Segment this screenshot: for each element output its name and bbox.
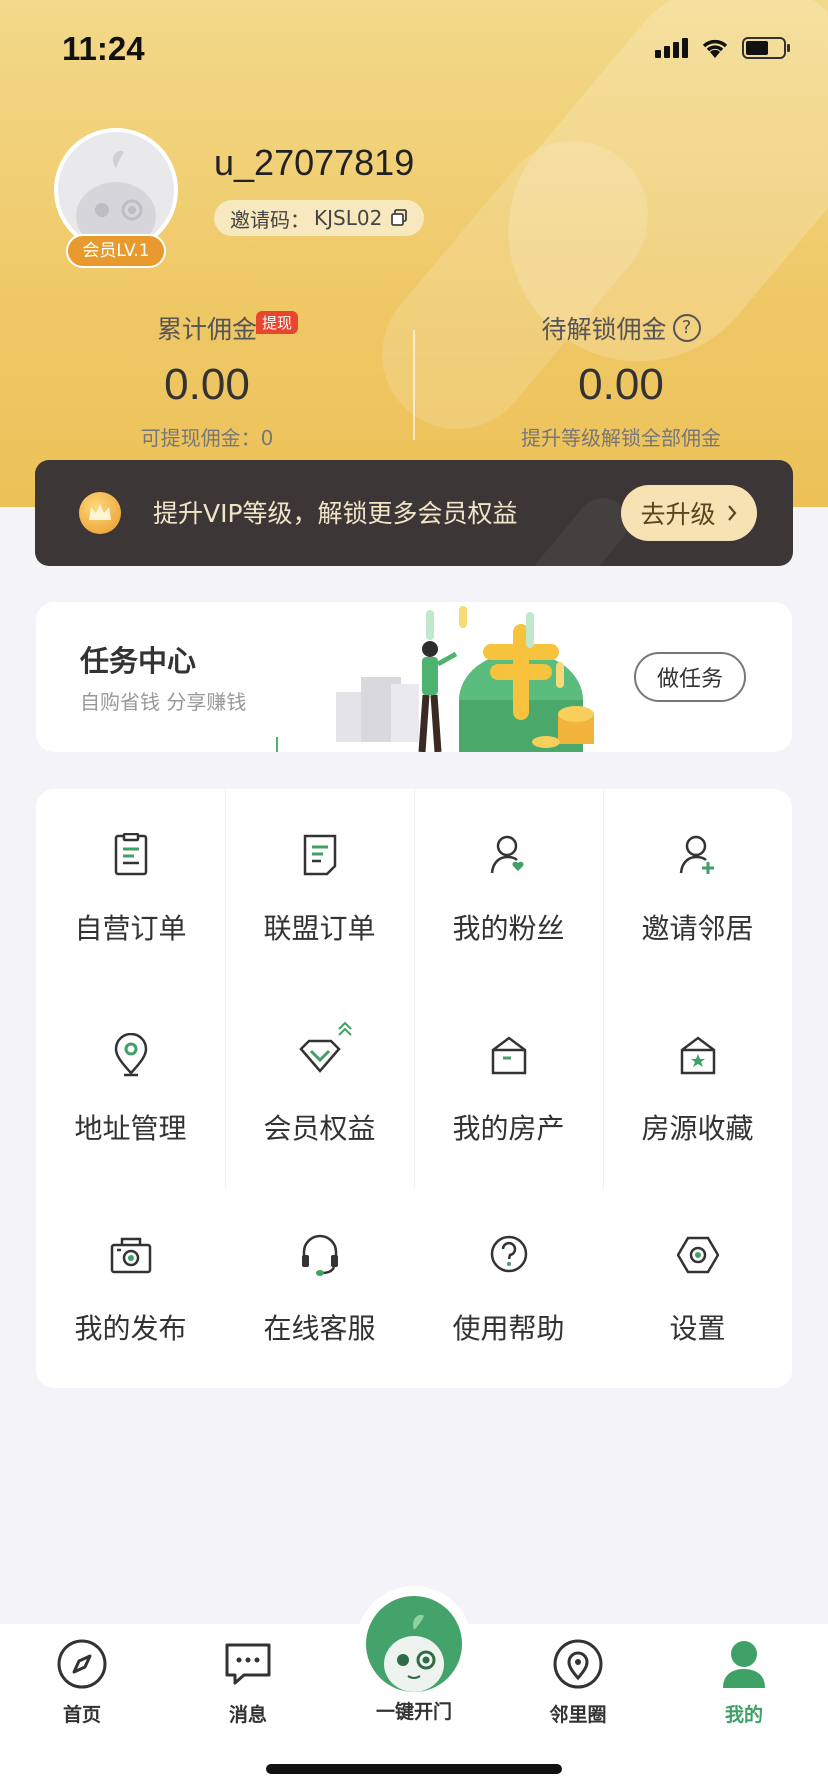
- menu-label: 地址管理: [74, 1112, 187, 1145]
- status-icons: [655, 36, 792, 60]
- diamond-icon: [299, 1021, 352, 1073]
- function-grid: 自营订单 联盟订单 我的粉丝 邀请邻居 地址管理 会员权益 我的房产 房源收藏 …: [36, 789, 792, 1388]
- menu-label: 房源收藏: [641, 1112, 754, 1145]
- question-icon[interactable]: ?: [672, 314, 701, 342]
- settings-hex-icon: [677, 1236, 719, 1274]
- tab-home[interactable]: 首页: [22, 1636, 142, 1727]
- invite-code-chip[interactable]: 邀请码： KJSL02: [214, 200, 425, 236]
- pending-commission-label: 待解锁佣金 ?: [541, 310, 701, 346]
- status-time: 11:24: [62, 30, 145, 67]
- location-circle-icon: [553, 1639, 603, 1689]
- menu-label: 设置: [669, 1312, 726, 1345]
- menu-self-orders[interactable]: 自营订单: [36, 789, 225, 989]
- menu-address-management[interactable]: 地址管理: [36, 989, 225, 1189]
- pending-commission-value: 0.00: [578, 360, 664, 409]
- tab-messages-label: 消息: [228, 1704, 267, 1726]
- total-commission-value: 0.00: [164, 360, 250, 409]
- vip-banner-text: 提升VIP等级，解锁更多会员权益: [153, 499, 518, 528]
- home-indicator: [266, 1764, 562, 1774]
- fans-icon: [490, 835, 524, 874]
- status-bar: 11:24: [0, 0, 828, 100]
- upgrade-button-label: 去升级: [640, 500, 716, 529]
- withdrawable-commission: 可提现佣金：0: [140, 426, 274, 450]
- tab-mine[interactable]: 我的: [684, 1636, 804, 1727]
- menu-label: 我的发布: [74, 1312, 187, 1345]
- menu-my-posts[interactable]: 我的发布: [36, 1189, 225, 1388]
- invite-user-icon: [679, 835, 714, 874]
- menu-listing-favorites[interactable]: 房源收藏: [603, 989, 792, 1189]
- tab-home-label: 首页: [62, 1704, 101, 1726]
- total-commission-label-text: 累计佣金: [156, 315, 257, 344]
- tab-mine-label: 我的: [724, 1704, 763, 1726]
- task-center-title: 任务中心: [80, 644, 197, 678]
- withdraw-badge[interactable]: 提现: [256, 311, 299, 334]
- menu-help[interactable]: 使用帮助: [414, 1189, 603, 1388]
- chevron-right-icon: [727, 505, 736, 521]
- invite-code-label: 邀请码：: [230, 207, 310, 232]
- vip-decoration: [522, 487, 638, 566]
- headset-icon: [302, 1234, 338, 1276]
- invite-code-value: KJSL02: [314, 206, 383, 230]
- menu-label: 我的粉丝: [452, 912, 565, 945]
- avatar[interactable]: 会员LV.1: [54, 128, 178, 268]
- menu-my-fans[interactable]: 我的粉丝: [414, 789, 603, 989]
- menu-label: 使用帮助: [452, 1312, 565, 1345]
- crown-icon: [79, 492, 121, 534]
- do-task-button[interactable]: 做任务: [634, 652, 746, 702]
- menu-label: 自营订单: [74, 912, 187, 945]
- house-icon: [491, 1036, 527, 1075]
- signal-icon: [655, 38, 688, 58]
- pending-commission-label-text: 待解锁佣金: [541, 315, 667, 344]
- mascot-icon: [366, 1596, 462, 1692]
- upgrade-button[interactable]: 去升级: [621, 485, 757, 541]
- menu-label: 在线客服: [263, 1312, 376, 1345]
- menu-label: 我的房产: [452, 1112, 565, 1145]
- menu-my-property[interactable]: 我的房产: [414, 989, 603, 1189]
- one-click-open-button[interactable]: [356, 1586, 472, 1702]
- username: u_27077819: [214, 142, 415, 183]
- tab-neighbors[interactable]: 邻里圈: [518, 1636, 638, 1727]
- menu-settings[interactable]: 设置: [603, 1189, 792, 1388]
- pending-commission[interactable]: 待解锁佣金 ? 0.00 提升等级解锁全部佣金: [414, 310, 828, 451]
- menu-label: 会员权益: [263, 1112, 376, 1145]
- unlock-hint: 提升等级解锁全部佣金: [521, 426, 721, 450]
- one-click-open-label: 一键开门: [375, 1701, 452, 1723]
- vip-upgrade-banner[interactable]: 提升VIP等级，解锁更多会员权益 去升级: [35, 460, 793, 566]
- commission-stats: 累计佣金 提现 0.00 可提现佣金：0 待解锁佣金 ? 0.00 提升等级解锁…: [0, 310, 828, 460]
- wifi-icon: [700, 37, 730, 59]
- total-commission-label: 累计佣金: [157, 310, 257, 346]
- camera-icon: [110, 1237, 152, 1274]
- compass-icon: [57, 1639, 107, 1689]
- task-illustration: [276, 606, 594, 752]
- member-level-badge: 会员LV.1: [66, 234, 166, 268]
- task-center-subtitle: 自购省钱 分享赚钱: [80, 690, 247, 714]
- menu-member-benefits[interactable]: 会员权益: [225, 989, 414, 1189]
- menu-label: 联盟订单: [263, 912, 376, 945]
- help-icon: [490, 1235, 528, 1273]
- battery-icon: [742, 36, 792, 60]
- chat-bubble-icon: [225, 1643, 271, 1685]
- user-icon: [723, 1641, 765, 1688]
- copy-icon[interactable]: [390, 209, 408, 227]
- menu-label: 邀请邻居: [641, 912, 754, 945]
- menu-alliance-orders[interactable]: 联盟订单: [225, 789, 414, 989]
- house-star-icon: [680, 1036, 716, 1075]
- menu-online-support[interactable]: 在线客服: [225, 1189, 414, 1388]
- location-pin-icon: [114, 1033, 148, 1077]
- tab-neighbors-label: 邻里圈: [549, 1704, 607, 1726]
- menu-invite-neighbors[interactable]: 邀请邻居: [603, 789, 792, 989]
- total-commission[interactable]: 累计佣金 提现 0.00 可提现佣金：0: [0, 310, 414, 451]
- order-doc-icon: [114, 833, 148, 876]
- tab-messages[interactable]: 消息: [188, 1636, 308, 1727]
- alliance-doc-icon: [303, 834, 337, 876]
- task-center-card[interactable]: 任务中心 自购省钱 分享赚钱 做任务: [36, 602, 792, 752]
